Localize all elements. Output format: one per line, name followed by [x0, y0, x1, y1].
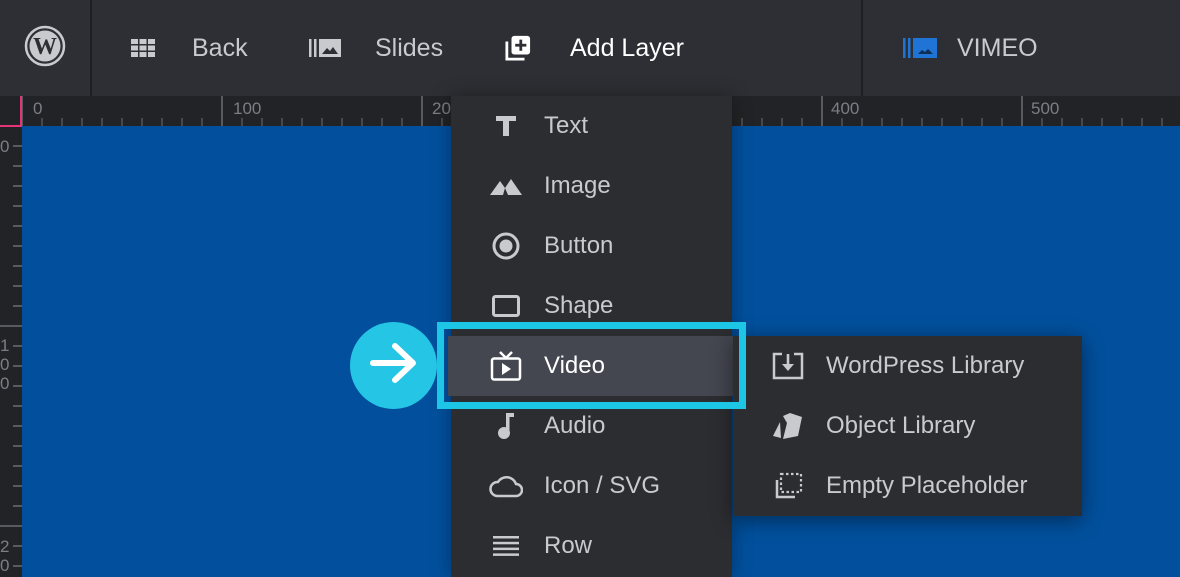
menu-item-button[interactable]: Button — [451, 216, 732, 276]
grid-icon — [130, 35, 156, 61]
add-layer-button[interactable]: Add Layer — [505, 0, 684, 96]
ruler-label-v0: 0 — [0, 137, 10, 156]
menu-item-label: Row — [544, 532, 593, 559]
menu-item-row[interactable]: Row — [451, 516, 732, 576]
menu-item-text[interactable]: Text — [451, 96, 732, 156]
placeholder-icon — [771, 469, 805, 503]
slider-title: VIMEO — [957, 33, 1038, 62]
row-icon — [489, 529, 523, 563]
menu-item-label: Text — [544, 112, 589, 139]
toolbar-divider — [861, 0, 863, 96]
image-icon — [489, 169, 523, 203]
download-icon — [771, 349, 805, 383]
top-toolbar: W Back Slides Add Layer VIMEO — [0, 0, 1180, 96]
slides-icon — [309, 35, 341, 61]
slider-icon — [903, 35, 937, 61]
submenu-item-label: WordPress Library — [826, 352, 1025, 379]
wordpress-logo-button[interactable]: W — [0, 0, 92, 96]
submenu-item-empty-placeholder[interactable]: Empty Placeholder — [733, 456, 1082, 516]
ruler-origin-marker — [0, 96, 22, 127]
menu-item-label: Icon / SVG — [544, 472, 661, 499]
menu-item-label: Video — [544, 352, 605, 379]
pointer-badge — [350, 322, 437, 409]
arrow-right-icon — [369, 341, 419, 390]
button-icon — [489, 229, 523, 263]
object-library-icon — [771, 409, 805, 443]
slider-title-button[interactable]: VIMEO — [903, 0, 1038, 96]
submenu-item-label: Object Library — [826, 412, 976, 439]
audio-icon — [489, 409, 523, 443]
slides-button[interactable]: Slides — [309, 0, 443, 96]
ruler-label-100: 100 — [233, 99, 262, 118]
slides-label: Slides — [375, 33, 444, 62]
ruler-label-0: 0 — [33, 99, 43, 118]
menu-item-label: Image — [544, 172, 611, 199]
menu-item-image[interactable]: Image — [451, 156, 732, 216]
menu-item-shape[interactable]: Shape — [451, 276, 732, 336]
ruler-label-500: 500 — [1031, 99, 1060, 118]
submenu-item-label: Empty Placeholder — [826, 472, 1028, 499]
text-icon — [489, 109, 523, 143]
wordpress-icon: W — [24, 25, 66, 72]
back-label: Back — [192, 33, 248, 62]
add-layer-label: Add Layer — [570, 33, 684, 62]
back-button[interactable]: Back — [130, 0, 248, 96]
menu-item-audio[interactable]: Audio — [451, 396, 732, 456]
submenu-item-object-library[interactable]: Object Library — [733, 396, 1082, 456]
cloud-icon — [489, 469, 523, 503]
add-layer-icon — [505, 35, 531, 61]
menu-item-label: Button — [544, 232, 614, 259]
ruler-label-v100: 1 0 0 — [0, 336, 10, 393]
menu-item-icon-svg[interactable]: Icon / SVG — [451, 456, 732, 516]
ruler-label-v200: 2 0 — [0, 537, 10, 575]
shape-icon — [489, 289, 523, 323]
menu-item-video[interactable]: Video — [448, 336, 736, 396]
ruler-label-400: 400 — [831, 99, 860, 118]
video-icon — [489, 349, 523, 383]
menu-item-label: Shape — [544, 292, 614, 319]
submenu-item-wordpress-library[interactable]: WordPress Library — [733, 336, 1082, 396]
svg-text:W: W — [33, 34, 57, 60]
ruler-label-200: 20 — [432, 99, 451, 118]
video-submenu: WordPress Library Object Library Empty P… — [733, 336, 1082, 516]
add-layer-menu: Text Image Button Shape Video Audio Icon… — [448, 96, 736, 577]
menu-item-label: Audio — [544, 412, 606, 439]
